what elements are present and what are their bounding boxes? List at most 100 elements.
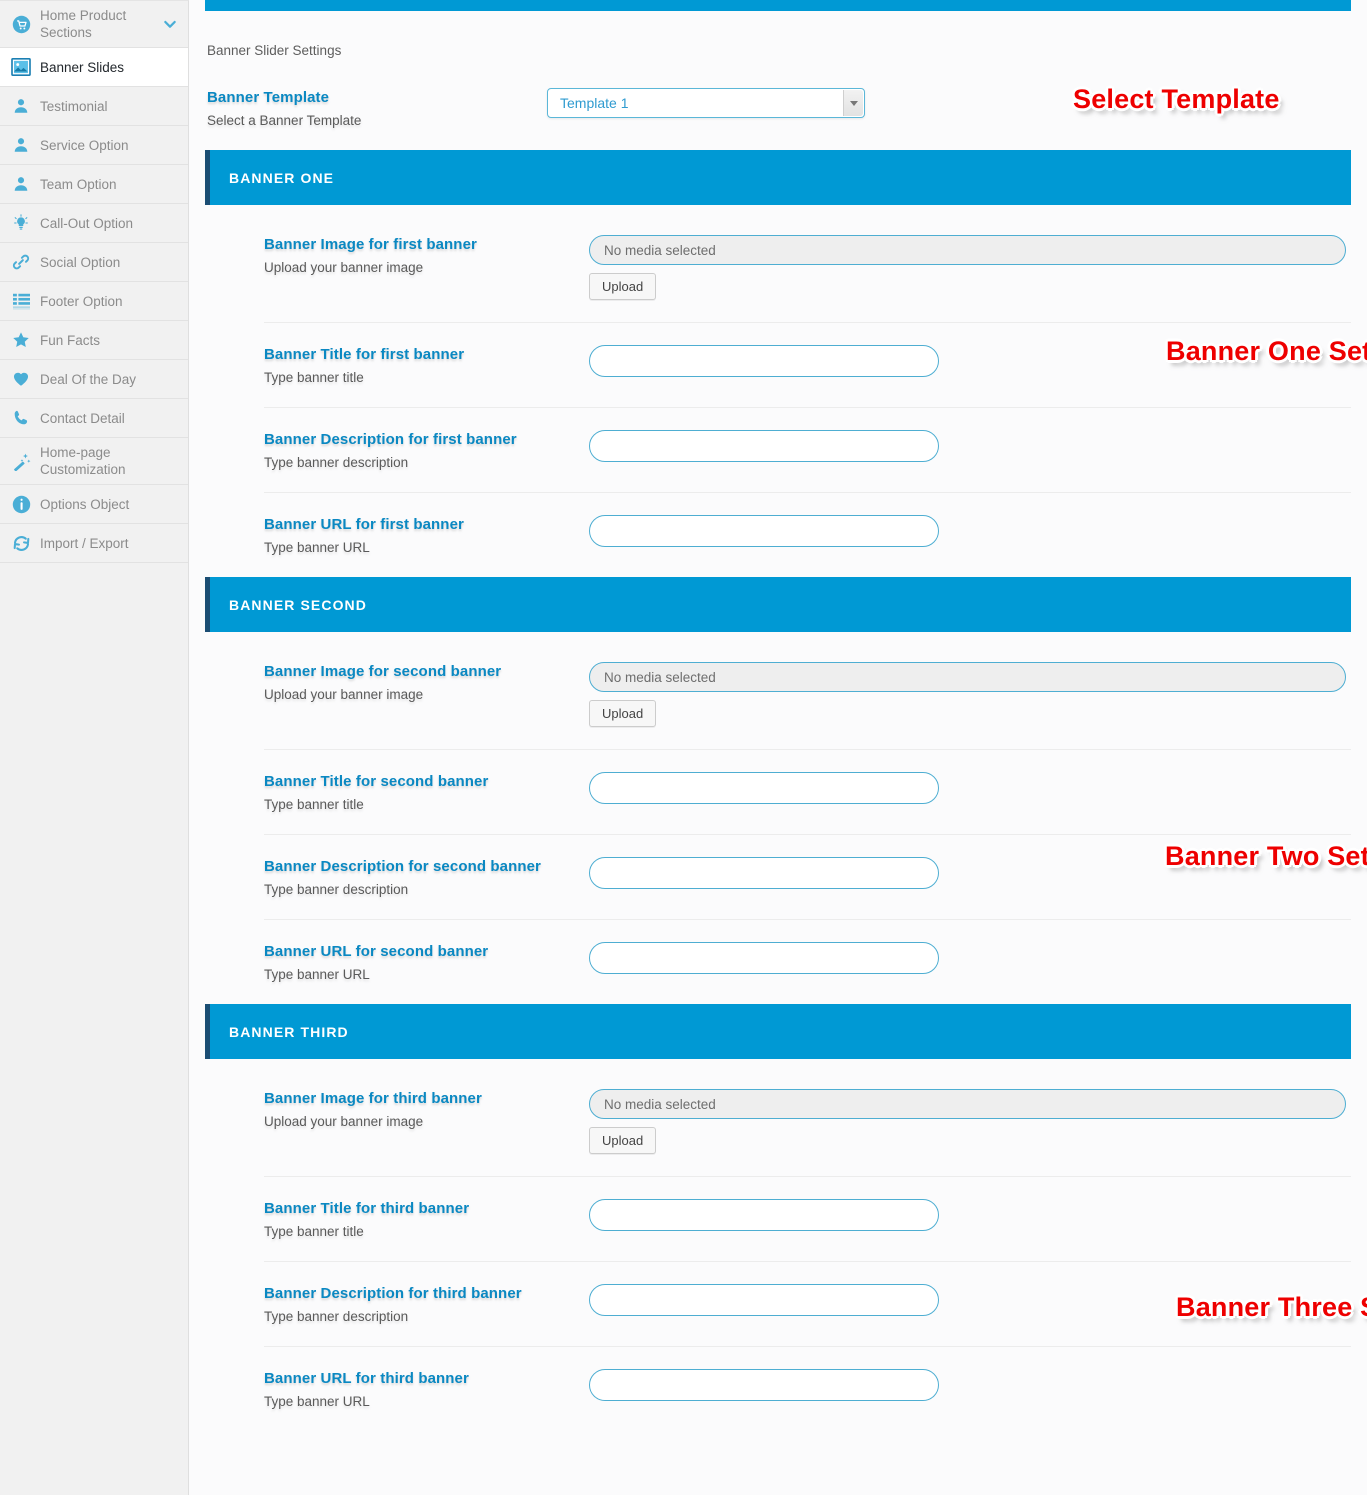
text-input[interactable]: [589, 857, 939, 889]
field-row: Banner Title for third banner Type banner…: [264, 1177, 1351, 1262]
user-icon: [8, 173, 34, 195]
field-label: Banner Description for third banner: [264, 1285, 522, 1302]
user-icon: [8, 134, 34, 156]
text-input[interactable]: [589, 1199, 939, 1231]
text-input[interactable]: [589, 1284, 939, 1316]
sidebar-item-import-export[interactable]: Import / Export: [0, 524, 188, 563]
field-description: Type banner description: [264, 882, 409, 897]
field-description: Type banner title: [264, 1224, 364, 1239]
chevron-down-icon[interactable]: [162, 16, 178, 32]
list-icon: [8, 290, 34, 312]
phone-icon: [8, 407, 34, 429]
field-description: Type banner title: [264, 797, 364, 812]
sidebar-item-social-option[interactable]: Social Option: [0, 243, 188, 282]
media-field[interactable]: No media selected: [589, 1089, 1346, 1119]
sync-icon: [8, 532, 34, 554]
field-label: Banner Description for second banner: [264, 858, 541, 875]
link-icon: [8, 251, 34, 273]
section-fields: Banner Image for first banner Upload your…: [189, 205, 1367, 577]
sidebar-item-banner-slides[interactable]: Banner Slides: [0, 48, 188, 87]
field-labels: Banner URL for first banner Type banner U…: [264, 515, 589, 555]
banner-template-label: Banner Template: [207, 89, 330, 106]
sidebar-item-home-product-sections[interactable]: Home Product Sections: [0, 1, 188, 48]
text-input[interactable]: [589, 515, 939, 547]
section-title: BANNER THIRD: [229, 1023, 349, 1040]
banner-template-select-wrap: Template 1: [547, 88, 865, 118]
sidebar-item-label: Home-page Customization: [40, 445, 126, 477]
field-label: Banner Title for first banner: [264, 346, 465, 363]
text-input[interactable]: [589, 430, 939, 462]
field-row: Banner URL for first banner Type banner U…: [264, 493, 1351, 577]
lightbulb-icon: [8, 212, 34, 234]
main-content: Banner Slider Settings Banner Template S…: [189, 0, 1367, 1495]
section-title: BANNER SECOND: [229, 596, 367, 613]
field-label: Banner Image for second banner: [264, 663, 502, 680]
text-input[interactable]: [589, 772, 939, 804]
sidebar-item-footer-option[interactable]: Footer Option: [0, 282, 188, 321]
user-icon: [8, 95, 34, 117]
sidebar-item-label: Footer Option: [40, 293, 123, 309]
magic-wand-icon: [8, 450, 34, 472]
field-label: Banner Title for third banner: [264, 1200, 470, 1217]
field-description: Type banner URL: [264, 1394, 370, 1409]
upload-button[interactable]: Upload: [589, 273, 657, 300]
banner-template-select[interactable]: Template 1: [547, 88, 865, 118]
sidebar-item-service-option[interactable]: Service Option: [0, 126, 188, 165]
field-description: Type banner URL: [264, 540, 370, 555]
sidebar-item-label: Testimonial: [40, 98, 108, 114]
sidebar-item-home-page-customization[interactable]: Home-page Customization: [0, 438, 188, 485]
field-labels: Banner Image for first banner Upload your…: [264, 235, 589, 275]
star-icon: [8, 329, 34, 351]
top-section-strip: [205, 0, 1351, 11]
field-description: Type banner description: [264, 1309, 409, 1324]
media-field[interactable]: No media selected: [589, 662, 1346, 692]
page-subtitle: Banner Slider Settings: [207, 43, 342, 58]
upload-button[interactable]: Upload: [589, 700, 657, 727]
text-input[interactable]: [589, 345, 939, 377]
sidebar-item-label: Contact Detail: [40, 410, 125, 426]
annotation-select-template: Select Template: [1073, 84, 1280, 115]
field-labels: Banner Title for third banner Type banner…: [264, 1199, 589, 1239]
chevron-down-icon[interactable]: [843, 90, 863, 116]
annotation-banner-three-setting: Banner Three Setting: [1175, 1292, 1367, 1323]
field-description: Type banner description: [264, 455, 409, 470]
field-control: No media selected Upload: [589, 662, 1351, 727]
field-label: Banner Image for first banner: [264, 236, 477, 253]
field-labels: Banner Description for second banner Type…: [264, 857, 589, 897]
sidebar-item-options-object[interactable]: Options Object: [0, 485, 188, 524]
media-placeholder-text: No media selected: [604, 242, 716, 258]
sidebar-item-testimonial[interactable]: Testimonial: [0, 87, 188, 126]
sidebar-item-deal-of-the-day[interactable]: Deal Of the Day: [0, 360, 188, 399]
sidebar-item-fun-facts[interactable]: Fun Facts: [0, 321, 188, 360]
field-labels: Banner Description for first banner Type …: [264, 430, 589, 470]
field-row: Banner Description for first banner Type …: [264, 408, 1351, 493]
annotation-banner-one-setting: Banner One Setting: [1166, 336, 1367, 367]
info-icon: [8, 493, 34, 515]
sidebar-item-label: Deal Of the Day: [40, 371, 137, 387]
field-label: Banner URL for second banner: [264, 943, 489, 960]
field-labels: Banner Title for first banner Type banner…: [264, 345, 589, 385]
section-header: BANNER THIRD: [205, 1004, 1351, 1059]
field-control: [589, 515, 1351, 547]
text-input[interactable]: [589, 942, 939, 974]
field-description: Type banner title: [264, 370, 364, 385]
heart-icon: [8, 368, 34, 390]
media-field[interactable]: No media selected: [589, 235, 1346, 265]
field-row: Banner URL for second banner Type banner …: [264, 920, 1351, 1004]
upload-button[interactable]: Upload: [589, 1127, 657, 1154]
field-labels: Banner Description for third banner Type …: [264, 1284, 589, 1324]
media-placeholder-text: No media selected: [604, 669, 716, 685]
sidebar: Home Product Sections Banner Slides Testim…: [0, 0, 189, 1495]
field-labels: Banner URL for third banner Type banner U…: [264, 1369, 589, 1409]
field-label: Banner URL for third banner: [264, 1370, 469, 1387]
sidebar-item-contact-detail[interactable]: Contact Detail: [0, 399, 188, 438]
field-description: Upload your banner image: [264, 1114, 424, 1129]
sidebar-item-label: Banner Slides: [40, 59, 125, 75]
field-label: Banner URL for first banner: [264, 516, 464, 533]
sidebar-item-call-out-option[interactable]: Call-Out Option: [0, 204, 188, 243]
sidebar-item-label: Call-Out Option: [40, 215, 134, 231]
section-header: BANNER ONE: [205, 150, 1351, 205]
sidebar-item-team-option[interactable]: Team Option: [0, 165, 188, 204]
text-input[interactable]: [589, 1369, 939, 1401]
field-label: Banner Description for first banner: [264, 431, 517, 448]
